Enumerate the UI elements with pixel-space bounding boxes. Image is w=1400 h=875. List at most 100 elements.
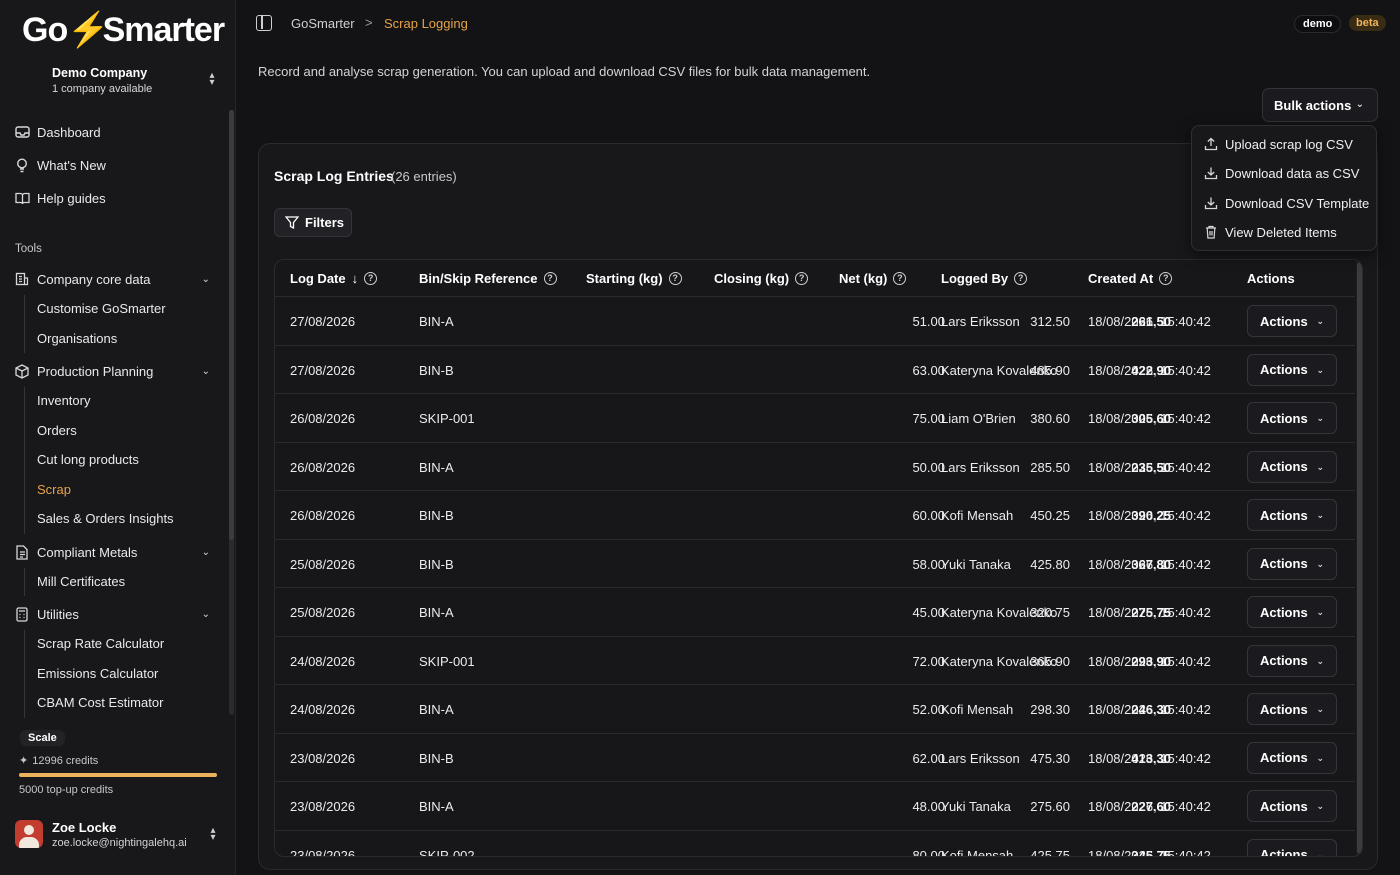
column-created-at[interactable]: Created At? [1088,271,1173,286]
help-circle-icon[interactable]: ? [795,272,809,285]
cell-bin-ref: BIN-A [419,605,454,620]
chevron-down-icon: ⌄ [1316,704,1324,714]
nav-cbam-cost-estimator[interactable]: CBAM Cost Estimator [37,695,163,710]
scrollbar-thumb[interactable] [229,110,234,540]
row-actions-button[interactable]: Actions ⌄ [1247,644,1337,677]
cell-created-at: 18/08/2026, 15:40:42 [1088,702,1211,717]
user-menu[interactable]: Zoe Locke zoe.locke@nightingalehq.ai ▴ ▾ [15,815,223,855]
table-scrollbar[interactable] [1356,260,1362,856]
nav-inventory[interactable]: Inventory [37,393,90,408]
row-actions-label: Actions [1260,701,1308,717]
bulk-actions-button[interactable]: Bulk actions ⌄ [1262,88,1378,122]
row-actions-label: Actions [1260,313,1308,329]
sidebar-scrollbar[interactable] [229,110,234,715]
row-actions-button[interactable]: Actions ⌄ [1247,741,1337,774]
table-row: 27/08/2026 BIN-B 63.00 485.90 422.90 Kateryna… [275,346,1355,394]
table-row: 24/08/2026 BIN-A 52.00 298.30 246.30 Kofi Men… [275,685,1355,734]
table-row: 26/08/2026 SKIP-001 75.00 380.60 305.60 Liam … [275,394,1355,443]
row-actions-button[interactable]: Actions ⌄ [1247,450,1337,483]
cell-bin-ref: BIN-A [419,459,454,475]
row-actions-button[interactable]: Actions ⌄ [1247,693,1337,725]
column-logged-by[interactable]: Logged By? [941,271,1028,286]
sidebar-toggle-icon[interactable] [256,15,272,31]
menu-download-csv[interactable]: Download data as CSV [1192,159,1378,187]
column-closing[interactable]: Closing (kg)? [714,271,809,286]
nav-group-production-planning[interactable]: Production Planning ⌄ [0,356,230,386]
credits-text: 12996 credits [32,754,99,767]
cell-bin-ref: SKIP-002 [419,847,475,857]
help-circle-icon[interactable]: ? [364,272,378,285]
download-icon [1204,196,1218,210]
nav-customise-gosmarter[interactable]: Customise GoSmarter [37,301,166,316]
nav-cut-long-products[interactable]: Cut long products [37,452,139,467]
bulk-actions-menu: Upload scrap log CSV Download data as CS… [1191,125,1377,251]
chevron-down-icon: ⌄ [1316,655,1324,666]
row-actions-button[interactable]: Actions ⌄ [1247,547,1337,580]
column-bin-reference[interactable]: Bin/Skip Reference? [419,271,557,286]
beta-badge: beta [1349,15,1386,31]
nav-emissions-calculator[interactable]: Emissions Calculator [37,666,158,681]
nav-dashboard[interactable]: Dashboard [0,117,230,147]
nav-organisations[interactable]: Organisations [37,331,117,346]
cell-created-at: 18/08/2026, 15:40:42 [1088,508,1211,523]
nav-sales-orders-insights[interactable]: Sales & Orders Insights [37,511,174,526]
table-body: 27/08/2026 BIN-A 51.00 312.50 261.50 Lars Eri… [275,297,1355,857]
help-circle-icon[interactable]: ? [1014,272,1028,285]
nav-scrap[interactable]: Scrap [37,482,71,497]
column-net[interactable]: Net (kg)? [839,271,907,286]
avatar [15,820,43,848]
row-actions-button[interactable]: Actions ⌄ [1247,353,1337,386]
cell-log-date: 26/08/2026 [290,459,356,475]
filters-button[interactable]: Filters [274,208,352,237]
cell-bin-ref: SKIP-001 [419,411,475,426]
row-actions-button[interactable]: Actions ⌄ [1247,402,1337,434]
chevron-down-icon: ⌄ [201,273,210,285]
cell-closing: 450.25 [1030,508,1070,523]
nav-whats-new[interactable]: What's New [0,150,230,180]
row-actions-button[interactable]: Actions ⌄ [1247,790,1337,822]
nav-help-guides[interactable]: Help guides [0,183,230,213]
row-actions-label: Actions [1260,798,1308,814]
cell-created-at: 18/08/2026, 15:40:42 [1088,799,1211,814]
menu-view-deleted[interactable]: View Deleted Items [1192,218,1378,246]
table-row: 27/08/2026 BIN-A 51.00 312.50 261.50 Lars Eri… [275,297,1355,346]
nav-mill-certificates[interactable]: Mill Certificates [37,574,125,589]
row-actions-button[interactable]: Actions ⌄ [1247,838,1337,856]
cell-created-at: 18/08/2026, 15:40:42 [1088,847,1211,857]
cell-closing: 475.30 [1030,750,1070,766]
row-actions-button[interactable]: Actions ⌄ [1247,596,1337,628]
nav-scrap-rate-calculator[interactable]: Scrap Rate Calculator [37,636,164,651]
chevrons-up-down-icon: ▴ ▾ [210,825,216,843]
card-title: Scrap Log Entries [274,168,394,184]
nav-group-utilities[interactable]: Utilities ⌄ [0,599,230,629]
row-actions-button[interactable]: Actions ⌄ [1247,305,1337,337]
cell-created-at: 18/08/2026, 15:40:42 [1088,411,1211,426]
cell-created-at: 18/08/2026, 15:40:42 [1088,314,1211,329]
cell-log-date: 25/08/2026 [290,556,356,572]
help-circle-icon[interactable]: ? [893,272,907,285]
menu-download-template[interactable]: Download CSV Template [1192,189,1378,217]
help-circle-icon[interactable]: ? [1159,272,1173,285]
cell-bin-ref: BIN-B [419,508,454,523]
nav-orders[interactable]: Orders [37,423,77,438]
row-actions-label: Actions [1260,653,1308,668]
column-starting[interactable]: Starting (kg)? [586,271,682,286]
cell-closing: 380.60 [1030,411,1070,426]
cell-log-date: 24/08/2026 [290,702,356,717]
column-log-date[interactable]: Log Date ↓? [290,271,378,286]
row-actions-button[interactable]: Actions ⌄ [1247,499,1337,531]
menu-upload-csv[interactable]: Upload scrap log CSV [1192,130,1378,158]
cell-logged-by: Lars Eriksson [941,314,1020,329]
breadcrumb-root[interactable]: GoSmarter [291,16,355,31]
chevron-right-icon: > [365,15,373,30]
nav-group-compliant-metals[interactable]: Compliant Metals ⌄ [0,537,230,567]
company-switcher[interactable]: Demo Company 1 company available ▴ ▾ [14,62,222,102]
scrollbar-thumb[interactable] [1357,262,1362,854]
cell-log-date: 23/08/2026 [290,799,356,814]
help-circle-icon[interactable]: ? [543,272,557,285]
cell-logged-by: Kofi Mensah [941,847,1014,857]
cell-log-date: 24/08/2026 [290,653,356,669]
help-circle-icon[interactable]: ? [668,272,682,285]
nav-group-company-core-data[interactable]: Company core data ⌄ [0,264,230,294]
gosmarter-logo[interactable]: Go⚡Smarter [22,10,225,50]
